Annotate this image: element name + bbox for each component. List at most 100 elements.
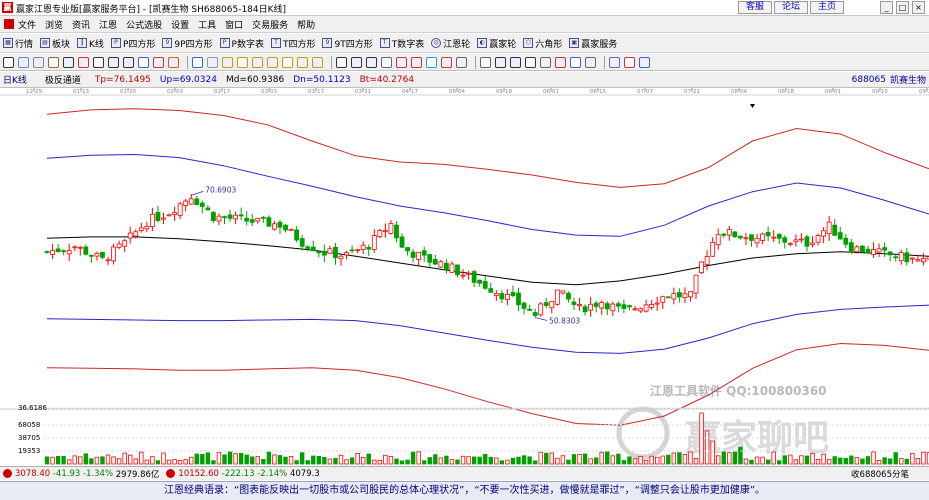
drawing-tool-icon[interactable] xyxy=(495,56,506,68)
drawing-tool-icon[interactable] xyxy=(555,56,566,68)
drawing-tool-icon[interactable] xyxy=(456,56,467,68)
volume-bar xyxy=(821,453,826,465)
drawing-tool-icon[interactable] xyxy=(48,56,59,68)
drawing-tool-icon[interactable] xyxy=(222,56,233,68)
candle-body xyxy=(854,246,860,253)
toolbar-quotes[interactable]: ▦ 行情 xyxy=(3,37,33,50)
drawing-tool-icon[interactable] xyxy=(192,56,203,68)
candle-body xyxy=(621,304,627,310)
drawing-tool-icon[interactable] xyxy=(18,56,29,68)
drawing-tool-icon[interactable] xyxy=(267,56,278,68)
drawing-tool-icon[interactable] xyxy=(153,56,164,68)
index2-segment[interactable]: 10152.60 -222.13 -2.14% 4079.3 xyxy=(163,469,320,479)
chart-svg[interactable]: 12-29 01-13 01-20 02-03 02-17 03-03 03-17 03-31… xyxy=(0,88,929,467)
drawing-tool-icon[interactable] xyxy=(525,56,536,68)
volume-bar xyxy=(338,454,344,465)
close-button[interactable]: × xyxy=(912,1,925,14)
toolbar-t-table[interactable]: T T数字表 xyxy=(379,37,424,50)
drawing-tool-icon[interactable] xyxy=(297,56,308,68)
toolbar-p-square[interactable]: P P四方形 xyxy=(110,37,155,50)
menu-browse[interactable]: 浏览 xyxy=(45,18,63,31)
volume-bar xyxy=(804,455,810,465)
drawing-tool-icon[interactable] xyxy=(168,56,179,68)
candle-body xyxy=(366,247,372,250)
menu-trade[interactable]: 交易服务 xyxy=(252,18,288,31)
drawing-tool-icon[interactable] xyxy=(480,56,491,68)
drawing-tool-icon[interactable] xyxy=(540,56,551,68)
link-home[interactable]: 主页 xyxy=(810,1,844,14)
drawing-tool-icon[interactable] xyxy=(63,56,74,68)
date-tick-label: 07-21 xyxy=(684,89,700,95)
drawing-tool-icon[interactable] xyxy=(252,56,263,68)
drawing-tool-icon[interactable] xyxy=(207,56,218,68)
menu-tools[interactable]: 工具 xyxy=(198,18,216,31)
volume-bar xyxy=(649,455,654,465)
menu-news[interactable]: 资讯 xyxy=(72,18,90,31)
minimize-button[interactable]: _ xyxy=(880,1,893,14)
tick-detail-label[interactable]: 收688065分笔 xyxy=(851,468,909,480)
drawing-tool-icon[interactable] xyxy=(351,56,362,68)
menu-settings[interactable]: 设置 xyxy=(171,18,189,31)
menu-formula[interactable]: 公式选股 xyxy=(126,18,162,31)
toolbar-winner-wheel[interactable]: ◐ 赢家轮 xyxy=(477,37,516,50)
toolbar-kline[interactable]: ┃ K线 xyxy=(77,37,104,50)
drawing-tool-icon[interactable] xyxy=(624,56,635,68)
volume-bar xyxy=(732,451,738,465)
toolbar-9t-square[interactable]: 9 9T四方形 xyxy=(322,37,373,50)
drawing-tool-icon[interactable] xyxy=(123,56,134,68)
drawing-tool-icon[interactable] xyxy=(570,56,581,68)
drawing-tool-icon[interactable] xyxy=(312,56,323,68)
menu-window[interactable]: 窗口 xyxy=(225,18,243,31)
drawing-tool-icon[interactable] xyxy=(93,56,104,68)
maximize-button[interactable]: □ xyxy=(896,1,909,14)
period-label[interactable]: 日K线 xyxy=(3,73,27,86)
drawing-tool-icon[interactable] xyxy=(282,56,293,68)
drawing-tool-icon[interactable] xyxy=(396,56,407,68)
drawing-tool-icon[interactable] xyxy=(33,56,44,68)
drawing-tool-icon[interactable] xyxy=(366,56,377,68)
link-forum[interactable]: 论坛 xyxy=(774,1,808,14)
candle-body xyxy=(205,207,211,211)
index1-value: 3078.40 xyxy=(15,468,51,479)
candle-body xyxy=(771,236,777,239)
toolbar-gann-wheel[interactable]: ◎ 江恩轮 xyxy=(431,37,470,50)
candle-body xyxy=(249,219,255,223)
drawing-tool-icon[interactable] xyxy=(426,56,437,68)
toolbar-separator xyxy=(187,55,188,69)
toolbar-hexagon[interactable]: ⬡ 六角形 xyxy=(523,37,562,50)
annotations: 70.6903 50.8303 xyxy=(191,185,929,326)
index1-amount: 2979.86亿 xyxy=(115,469,160,480)
drawing-tool-icon[interactable] xyxy=(3,56,14,68)
volume-bar xyxy=(588,458,593,465)
bt-value: Bt=40.2764 xyxy=(359,74,415,85)
drawing-tool-icon[interactable] xyxy=(78,56,89,68)
drawing-tool-icon[interactable] xyxy=(510,56,521,68)
toolbar-p-table[interactable]: P P数字表 xyxy=(219,37,264,50)
link-support[interactable]: 客服 xyxy=(738,1,772,14)
volume-bar xyxy=(460,455,466,465)
toolbar-service[interactable]: ▣ 赢家服务 xyxy=(569,37,617,50)
drawing-tool-icon[interactable] xyxy=(336,56,347,68)
index1-segment[interactable]: 3078.40 -41.93 -1.34% 2979.86亿 xyxy=(0,468,159,480)
volume-bar xyxy=(616,453,621,465)
candle-body xyxy=(116,243,122,248)
drawing-tool-icon[interactable] xyxy=(609,56,620,68)
drawing-tool-icon[interactable] xyxy=(639,56,650,68)
drawing-tool-icon[interactable] xyxy=(411,56,422,68)
toolbar-9p-square[interactable]: 9 9P四方形 xyxy=(162,37,213,50)
menu-gann[interactable]: 江恩 xyxy=(99,18,117,31)
toolbar-sector[interactable]: ▤ 板块 xyxy=(40,37,70,50)
drawing-tool-icon[interactable] xyxy=(585,56,596,68)
menu-bar: 文件 浏览 资讯 江恩 公式选股 设置 工具 窗口 交易服务 帮助 xyxy=(0,16,929,33)
toolbar-t-square[interactable]: T T四方形 xyxy=(270,37,315,50)
candle-body xyxy=(466,272,471,275)
drawing-tool-icon[interactable] xyxy=(237,56,248,68)
drawing-tool-icon[interactable] xyxy=(138,56,149,68)
kline-chart[interactable]: 12-29 01-13 01-20 02-03 02-17 03-03 03-17 03-31… xyxy=(0,88,929,467)
menu-help[interactable]: 帮助 xyxy=(297,18,315,31)
drawing-tool-icon[interactable] xyxy=(441,56,452,68)
volume-bar xyxy=(893,452,898,465)
drawing-tool-icon[interactable] xyxy=(108,56,119,68)
menu-file[interactable]: 文件 xyxy=(18,18,36,31)
drawing-tool-icon[interactable] xyxy=(381,56,392,68)
